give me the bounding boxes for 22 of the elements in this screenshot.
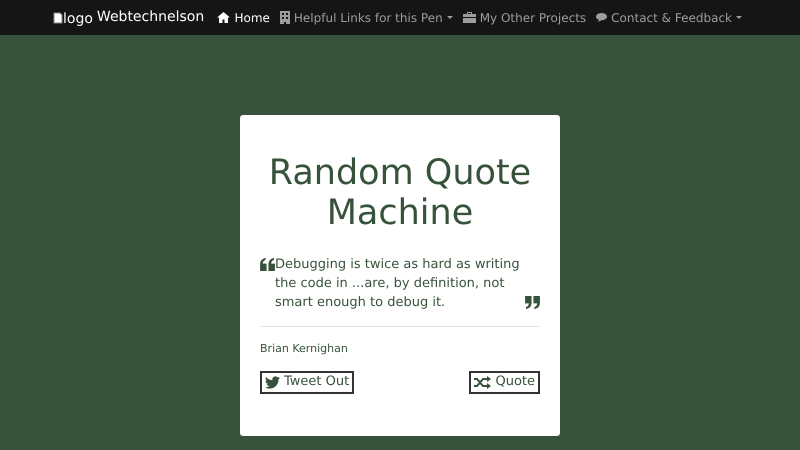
- quote-author: Brian Kernighan: [260, 341, 349, 357]
- nav-link[interactable]: My Other Projects: [462, 8, 586, 26]
- quote-text: Debugging is twice as hard as writing the code in ...are, by definition, not smart enough to debug it.: [275, 256, 521, 312]
- logo-alt-text: logo: [63, 10, 93, 28]
- building-icon: [280, 11, 290, 24]
- brand-link[interactable]: Webtechnelson: [96, 7, 204, 28]
- home-icon: [217, 12, 230, 23]
- caret-icon: [446, 16, 453, 20]
- nav-link[interactable]: Home: [217, 8, 270, 26]
- caret-icon: [736, 16, 742, 20]
- tweet-button[interactable]: Tweet Out: [260, 370, 354, 394]
- new-quote-button[interactable]: Quote: [469, 370, 540, 394]
- close-quote-icon: [525, 296, 540, 309]
- app-title: Random Quote Machine: [268, 153, 532, 233]
- shuffle-icon: [474, 376, 492, 388]
- open-quote-icon: [260, 258, 275, 271]
- broken-image-icon: [53, 12, 63, 24]
- nav-link[interactable]: Helpful Links for this Pen: [280, 8, 453, 26]
- bird-icon: [265, 376, 280, 388]
- speech-bubble-icon: [596, 13, 608, 22]
- briefcase-icon: [462, 12, 476, 23]
- nav-link[interactable]: Contact & Feedback: [596, 8, 742, 26]
